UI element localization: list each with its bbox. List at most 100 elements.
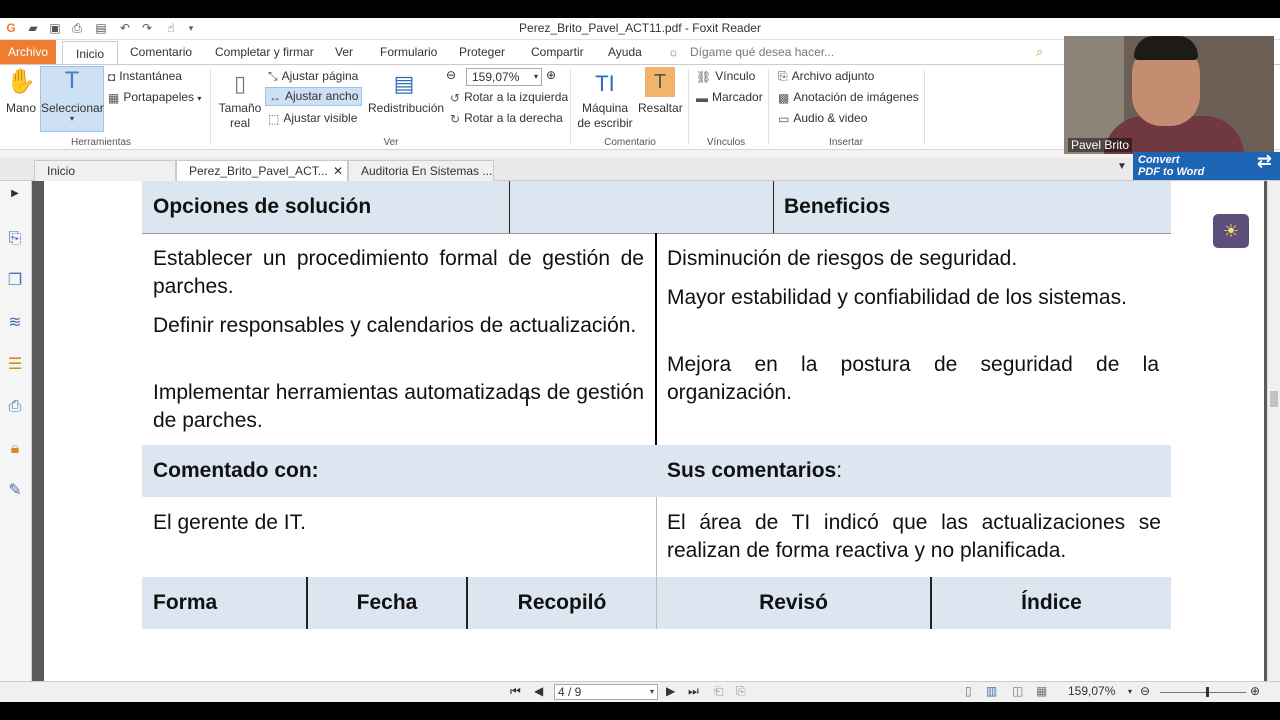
bookmark-icon: ▬ [696,90,708,105]
group-comment-label: Comentario [604,137,656,148]
doc-tab-auditoria[interactable]: Auditoria En Sistemas ... [348,160,494,181]
window-title: Perez_Brito_Pavel_ACT11.pdf - Foxit Read… [519,21,761,35]
tab-comment[interactable]: Comentario [122,40,200,64]
expand-panel-icon[interactable]: ▶ [5,184,25,204]
document-viewport: Opciones de solución Beneficios Establec… [32,181,1267,681]
last-page-icon[interactable]: ⏭ [688,684,699,699]
close-tab-icon[interactable]: ✕ [333,161,343,182]
zoom-status-value[interactable]: 159,07% [1068,684,1115,698]
find-icon[interactable]: ⌕ [1036,44,1043,60]
image-annotation-button[interactable]: ▩ Anotación de imágenes [778,90,919,105]
header-your-comments-colon: : [836,459,843,482]
attachments-panel-icon[interactable]: ⎙ [5,397,25,417]
single-page-icon[interactable]: ▯ [965,684,972,698]
zoom-combo[interactable]: 159,07% ▾ [466,68,542,86]
signatures-panel-icon[interactable]: ✎ [5,481,25,501]
header-divider [773,181,774,233]
continuous-facing-icon[interactable]: ▦ [1036,684,1047,698]
doc-tab-home[interactable]: Inicio [34,160,176,181]
benefit-2: Mayor estabilidad y confiabilidad de los… [667,286,1127,309]
smart-tip-bulb-icon[interactable]: ☀ [1213,214,1249,248]
footer-indice: Índice [1021,591,1082,614]
snapshot-label: Instantánea [119,69,182,83]
document-tab-strip: Inicio Perez_Brito_Pavel_ACT... ✕ Audito… [0,158,1280,181]
pages-panel-icon[interactable]: ❐ [5,271,25,291]
header-your-comments: Sus comentarios: [667,457,842,485]
group-insert-label: Insertar [829,137,863,148]
fit-width-button[interactable]: ↔ Ajustar ancho [265,87,363,106]
next-view-icon[interactable]: ⎘ [736,684,746,699]
scroll-thumb[interactable] [1270,391,1278,407]
highlight-button[interactable]: T Resaltar [638,67,683,115]
image-icon: ▩ [778,90,790,105]
tab-file[interactable]: Archivo [0,40,56,64]
tab-help[interactable]: Ayuda [600,40,650,64]
zoom-slider-thumb[interactable] [1206,687,1209,697]
zoom-slider-track[interactable] [1160,692,1246,693]
convert-pdf-to-word-banner[interactable]: Convert PDF to Word ⇄ [1133,152,1280,180]
typewriter-label-1: Máquina [581,101,629,115]
fit-visible-button[interactable]: ⬚ Ajustar visible [268,111,357,126]
layers-panel-icon[interactable]: ≋ [5,313,25,333]
footer-recopilo: Recopiló [517,591,607,614]
doc-tab-current[interactable]: Perez_Brito_Pavel_ACT... ✕ [176,160,348,181]
zoom-out-icon[interactable]: ⊖ [446,68,456,82]
group-links-label: Vínculos [706,137,746,148]
previous-page-icon[interactable]: ◀ [534,684,543,698]
footer-fecha: Fecha [356,591,418,614]
zoom-in-icon[interactable]: ⊕ [546,68,556,82]
previous-view-icon[interactable]: ⎗ [714,684,724,699]
highlight-label: Resaltar [638,101,683,115]
pdf-page: Opciones de solución Beneficios Establec… [44,181,1264,681]
link-button[interactable]: ⛓ Vínculo [696,69,755,84]
rotate-left-button[interactable]: ↺ Rotar a la izquierda [450,90,568,105]
tab-view[interactable]: Ver [327,40,361,64]
bookmark-button[interactable]: ▬ Marcador [696,90,763,105]
zoom-chevron-icon: ▾ [533,72,538,81]
snapshot-button[interactable]: ◘ Instantánea [108,69,182,84]
tabs-dropdown-icon[interactable]: ▼ [1117,161,1127,172]
rotate-right-icon: ↻ [450,111,461,126]
tell-me-input[interactable]: Dígame qué desea hacer... [690,45,834,59]
option-3: Implementar herramientas automatizadas d… [153,381,644,432]
reflow-button[interactable]: ▤ Redistribución [368,67,444,115]
fit-page-button[interactable]: ⤡ Ajustar página [268,69,358,84]
fit-width-label: Ajustar ancho [285,89,359,103]
security-panel-icon[interactable]: 🔒︎ [5,439,25,459]
audio-video-button[interactable]: ▭ Audio & video [778,111,867,126]
first-page-icon[interactable]: ⏮ [510,684,521,699]
tab-protect[interactable]: Proteger [451,40,513,64]
tab-share[interactable]: Compartir [523,40,592,64]
page-number-field[interactable]: 4 / 9 ▾ [554,684,658,700]
hand-tool-button[interactable]: ✋ Mano [6,67,36,127]
group-tools-label: Herramientas [70,137,132,148]
vertical-scrollbar[interactable] [1267,181,1280,681]
continuous-page-icon[interactable]: ▥ [986,684,997,698]
link-label: Vínculo [715,69,756,83]
tab-form[interactable]: Formulario [372,40,445,64]
select-label: Seleccionar [41,101,104,115]
clipboard-button[interactable]: ▦ Portapapeles ▾ [108,90,201,105]
clipboard-icon: ▦ [108,90,120,105]
actual-size-button[interactable]: ▯ Tamaño real [216,67,264,131]
file-attachment-label: Archivo adjunto [791,69,875,83]
tab-fill-sign[interactable]: Completar y firmar [207,40,322,64]
zoom-status-in-icon[interactable]: ⊕ [1250,684,1260,698]
tab-home[interactable]: Inicio [62,41,118,65]
clipboard-chevron-icon: ▾ [197,94,202,103]
rotate-right-button[interactable]: ↻ Rotar a la derecha [450,111,563,126]
bookmarks-panel-icon[interactable]: ⎘ [5,229,25,249]
file-attachment-button[interactable]: ⎘ Archivo adjunto [778,69,874,84]
typewriter-button[interactable]: TI Máquina de escribir [575,67,635,131]
comments-value: El área de TI indicó que las actualizaci… [667,511,1161,562]
fit-visible-label: Ajustar visible [283,111,358,125]
fit-width-icon: ↔ [269,89,281,104]
zoom-status-chevron-icon[interactable]: ▾ [1128,687,1132,696]
typewriter-label-2: de escribir [577,116,633,130]
select-tool-button[interactable]: T Seleccionar ▾ [40,66,104,132]
comments-panel-icon[interactable]: ☰ [5,355,25,375]
facing-page-icon[interactable]: ◫ [1012,684,1023,698]
next-page-icon[interactable]: ▶ [666,684,675,698]
zoom-status-out-icon[interactable]: ⊖ [1140,684,1150,698]
paperclip-icon: ⎘ [778,69,788,84]
